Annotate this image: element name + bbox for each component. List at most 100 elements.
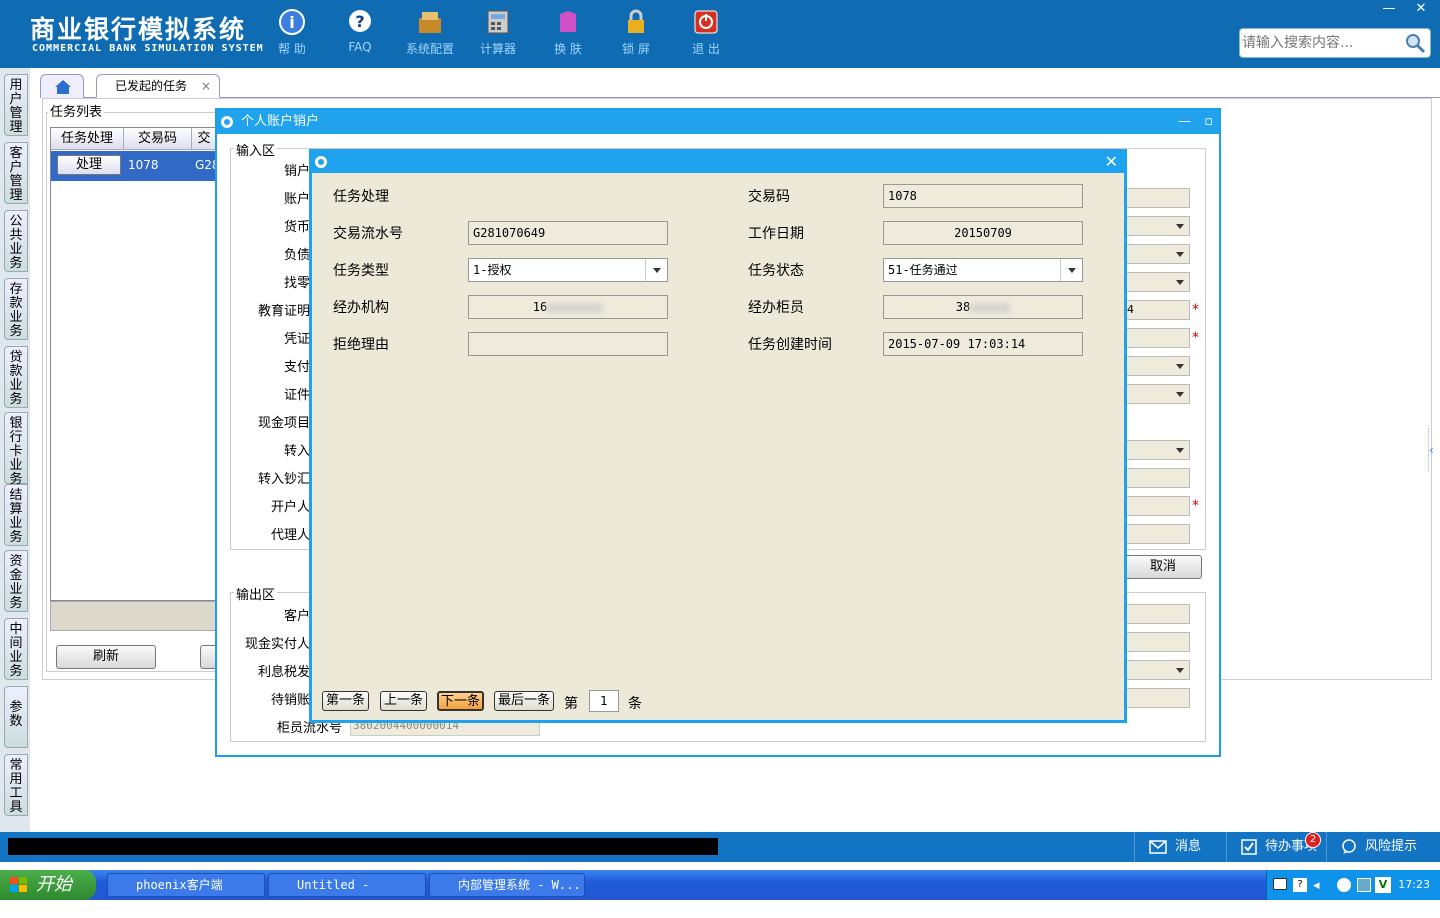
currency-select[interactable] [1124, 216, 1190, 236]
label-liability: 负债 [283, 248, 310, 263]
sidebar-item-settlement[interactable]: 结算业务 [4, 484, 28, 546]
todo-count-badge: 2 [1305, 832, 1321, 848]
dialog-minimize-icon[interactable]: — [1178, 110, 1191, 134]
app-subtitle: COMMERCIAL BANK SIMULATION SYSTEM [32, 43, 264, 54]
created-time-field[interactable]: 2015-07-09 17:03:14 [883, 332, 1083, 356]
toolbar-calculator[interactable]: 计算器 [468, 6, 528, 62]
toolbar-exit[interactable]: 退 出 [676, 6, 736, 62]
sidebar-item-loan[interactable]: 贷款业务 [4, 346, 28, 408]
toolbar-help[interactable]: i 帮 助 [262, 6, 322, 62]
help-tray-icon[interactable]: ? [1293, 878, 1307, 892]
sidebar-item-public[interactable]: 公共业务 [4, 210, 28, 272]
account-close-titlebar: 个人账户销户 — ▫ [217, 110, 1219, 134]
process-button[interactable]: 处理 [57, 155, 121, 175]
last-record-button[interactable]: 最后一条 [494, 691, 554, 711]
task-status-select[interactable]: 51-任务通过 [883, 258, 1083, 282]
trans-code-field[interactable]: 1078 [883, 184, 1083, 208]
toolbar-config[interactable]: 系统配置 [400, 6, 460, 62]
payment-select[interactable] [1124, 356, 1190, 376]
id-select[interactable] [1124, 384, 1190, 404]
chevron-down-icon[interactable] [645, 259, 667, 281]
cancel-button[interactable]: 取消 [1124, 555, 1202, 579]
sidebar-item-intermediary[interactable]: 中间业务 [4, 618, 28, 680]
refresh-button[interactable]: 刷新 [56, 645, 156, 669]
taskbar-item-phoenix[interactable]: phoenix客户端 [107, 873, 265, 897]
ime-icon[interactable]: V [1375, 877, 1391, 893]
first-record-button[interactable]: 第一条 [322, 691, 369, 711]
label-trans-code: 交易码 [748, 189, 790, 205]
liability-select[interactable] [1124, 244, 1190, 264]
display-icon[interactable] [1357, 878, 1371, 892]
task-type-select[interactable]: 1-授权 [468, 258, 668, 282]
app-logo-icon [315, 156, 327, 168]
sidebar-item-funds[interactable]: 资金业务 [4, 550, 28, 612]
column-header-process[interactable]: 任务处理 [51, 128, 124, 150]
prev-record-button[interactable]: 上一条 [380, 691, 427, 711]
config-icon [419, 12, 441, 33]
network-icon[interactable] [1337, 878, 1351, 892]
label-account: 账户 [283, 192, 310, 207]
interest-tax-output [1124, 660, 1190, 680]
work-date-field[interactable]: 20150709 [883, 221, 1083, 245]
account-holder-field[interactable] [1124, 496, 1190, 516]
sidebar-item-tools[interactable]: 常用工具 [4, 754, 28, 816]
search-input[interactable] [1242, 32, 1402, 54]
serial-field[interactable]: G281070649 [468, 221, 668, 245]
checkbox-icon [1241, 838, 1257, 855]
tab-home[interactable] [40, 74, 84, 98]
transfer-in-select[interactable] [1124, 440, 1190, 460]
start-button[interactable]: 开始 [0, 870, 96, 900]
label-transfer-cash: 转入钞汇 [257, 472, 310, 487]
risk-alert-button[interactable]: 风险提示 [1326, 832, 1440, 862]
close-icon[interactable]: ✕ [1105, 152, 1118, 172]
change-select[interactable] [1124, 272, 1190, 292]
search-icon[interactable] [1404, 32, 1426, 54]
volume-icon[interactable]: ◂ [1313, 878, 1325, 893]
task-status-value: 51-任务通过 [888, 263, 958, 277]
label-voucher: 凭证 [283, 332, 310, 347]
teller-value: 38 [955, 300, 971, 314]
sidebar: 用户管理 客户管理 公共业务 存款业务 贷款业务 银行卡业务 结算业务 资金业务… [0, 68, 30, 832]
sidebar-item-deposit[interactable]: 存款业务 [4, 278, 28, 340]
toolbar-faq[interactable]: ? FAQ [330, 6, 390, 62]
input-area-legend: 输入区 [234, 140, 278, 159]
tab-initiated-tasks[interactable]: 已发起的任务 × [96, 74, 220, 98]
grid-footer [50, 601, 216, 631]
sidebar-item-params[interactable]: 参数 [4, 686, 28, 748]
label-id: 证件 [283, 388, 310, 403]
transfer-cash-field[interactable] [1124, 468, 1190, 488]
todo-button[interactable]: 待办事项 2 [1226, 832, 1326, 862]
sidebar-item-card[interactable]: 银行卡业务 [4, 412, 28, 487]
next-record-button[interactable]: 下一条 [437, 691, 484, 711]
label-pending-close: 待销账 [270, 693, 310, 708]
collapse-handle[interactable]: ‹ [1428, 428, 1438, 472]
clock: 17:23 [1398, 878, 1430, 891]
sidebar-item-customer-mgmt[interactable]: 客户管理 [4, 142, 28, 204]
reject-reason-field[interactable] [468, 332, 668, 356]
org-field[interactable]: 16 [468, 295, 668, 319]
taskbar-item-browser[interactable]: 内部管理系统 - W... [429, 873, 585, 897]
column-header-more[interactable]: 交 [192, 128, 217, 150]
keyboard-icon[interactable] [1273, 878, 1287, 890]
taskbar-item-idcheck[interactable]: Untitled - IDCheck [268, 873, 426, 914]
agent-field[interactable] [1124, 524, 1190, 544]
chevron-down-icon[interactable] [1060, 259, 1082, 281]
table-row[interactable]: 处理 1078 G28 [51, 151, 220, 181]
sidebar-item-user-mgmt[interactable]: 用户管理 [4, 74, 28, 136]
voucher-field[interactable] [1124, 328, 1190, 348]
start-label: 开始 [36, 874, 72, 895]
label-cash-payee: 现金实付人 [244, 637, 310, 652]
tab-close-icon[interactable]: × [201, 75, 211, 97]
page-number-input[interactable]: 1 [589, 690, 619, 712]
column-header-code[interactable]: 交易码 [124, 128, 192, 150]
toolbar-lock[interactable]: 锁 屏 [606, 6, 666, 62]
teller-field[interactable]: 38 [883, 295, 1083, 319]
minimize-button[interactable]: — [1376, 0, 1402, 18]
toolbar-skin[interactable]: 换 肤 [538, 6, 598, 62]
svg-text:?: ? [355, 12, 364, 31]
close-window-button[interactable]: ✕ [1408, 0, 1434, 18]
messages-button[interactable]: 消息 [1134, 832, 1226, 862]
education-proof-field[interactable]: 4 [1124, 300, 1190, 320]
account-field[interactable] [1124, 188, 1190, 208]
dialog-maximize-icon[interactable]: ▫ [1204, 110, 1213, 134]
